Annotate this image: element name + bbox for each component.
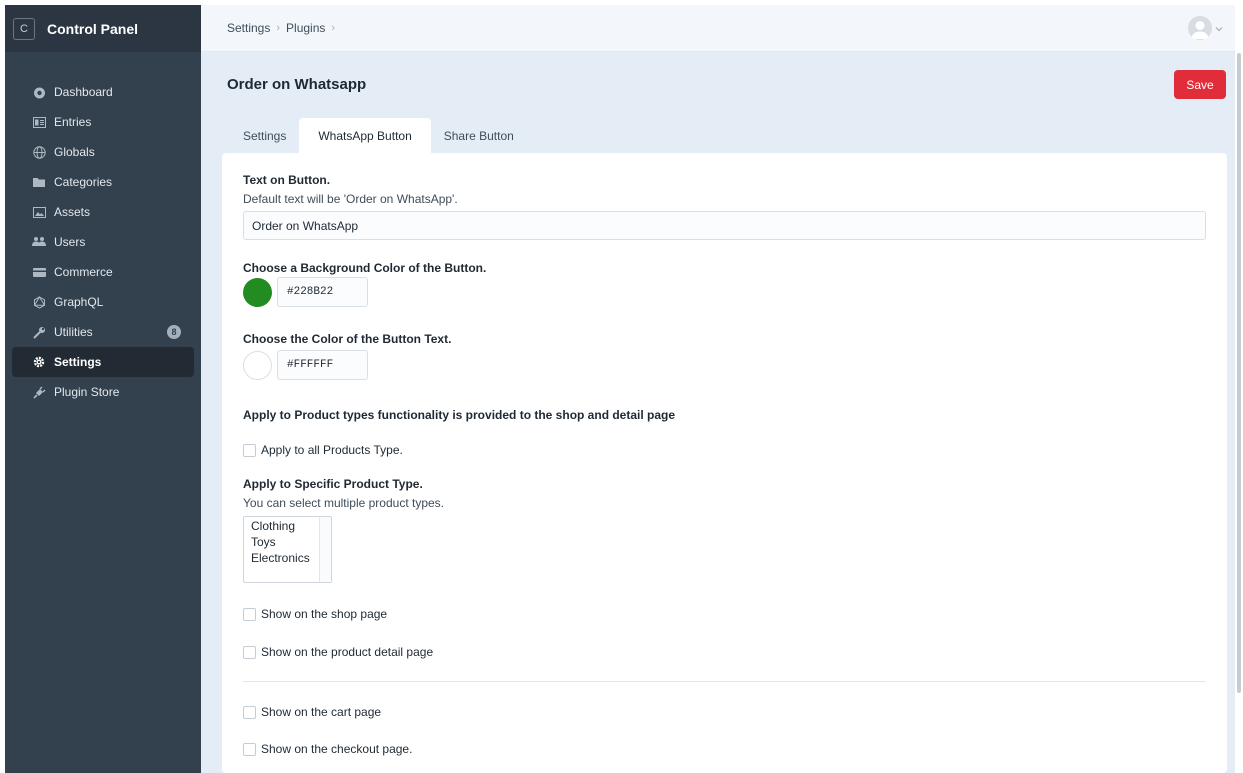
show-detail-label: Show on the product detail page <box>261 645 434 659</box>
sidebar-item-utilities[interactable]: Utilities 8 <box>12 317 194 347</box>
option-clothing[interactable]: Clothing <box>251 519 295 533</box>
apply-heading: Apply to Product types functionality is … <box>243 408 676 422</box>
option-electronics[interactable]: Electronics <box>251 551 310 565</box>
sidebar-item-settings[interactable]: Settings <box>12 347 194 377</box>
sidebar-item-label: Categories <box>54 175 113 189</box>
show-detail-row[interactable]: Show on the product detail page <box>243 645 433 659</box>
sidebar-item-commerce[interactable]: Commerce <box>12 257 194 287</box>
text-on-button-help: Default text will be 'Order on WhatsApp'… <box>243 192 458 206</box>
brand-title: Control Panel <box>47 20 139 37</box>
sidebar-item-entries[interactable]: Entries <box>12 107 194 137</box>
sidebar-item-categories[interactable]: Categories <box>12 167 194 197</box>
bg-color-swatch[interactable] <box>243 278 272 307</box>
sidebar: C Control Panel Dashboard Entries Global… <box>5 5 201 773</box>
specific-type-help: You can select multiple product types. <box>243 496 445 510</box>
page-scrollbar-thumb[interactable] <box>1237 53 1241 693</box>
breadcrumb-plugins[interactable]: Plugins <box>286 21 325 35</box>
sidebar-item-dashboard[interactable]: Dashboard <box>12 77 194 107</box>
dashboard-icon <box>32 86 46 99</box>
breadcrumb-settings[interactable]: Settings <box>227 21 270 35</box>
breadcrumb: Settings › Plugins › <box>227 21 341 35</box>
settings-panel: Text on Button. Default text will be 'Or… <box>222 153 1227 773</box>
sidebar-item-label: Entries <box>54 115 92 129</box>
apply-all-checkbox[interactable] <box>243 443 256 457</box>
main-content: Order on Whatsapp Save Settings WhatsApp… <box>201 52 1235 773</box>
multiselect-scrollbar[interactable] <box>319 517 331 582</box>
show-detail-checkbox[interactable] <box>243 645 256 659</box>
show-shop-checkbox[interactable] <box>243 607 256 621</box>
users-icon <box>32 236 46 248</box>
sidebar-item-label: Globals <box>54 145 95 159</box>
sidebar-item-label: Assets <box>54 205 91 219</box>
show-shop-label: Show on the shop page <box>261 607 388 621</box>
wrench-icon <box>32 326 46 339</box>
show-checkout-checkbox[interactable] <box>243 742 256 756</box>
text-color-swatch[interactable] <box>243 351 272 380</box>
sidebar-item-label: Utilities <box>54 325 93 339</box>
sidebar-item-label: GraphQL <box>54 295 104 309</box>
sidebar-item-label: Commerce <box>54 265 113 279</box>
text-color-input[interactable]: #FFFFFF <box>277 350 368 380</box>
tab-bar: Settings WhatsApp Button Share Button <box>230 118 527 153</box>
folder-icon <box>32 177 46 188</box>
breadcrumb-separator: › <box>331 22 336 34</box>
apply-all-checkbox-row[interactable]: Apply to all Products Type. <box>243 443 403 457</box>
sidebar-item-assets[interactable]: Assets <box>12 197 194 227</box>
sidebar-item-plugin-store[interactable]: Plugin Store <box>12 377 194 407</box>
gear-icon <box>32 356 46 368</box>
option-toys[interactable]: Toys <box>251 535 276 549</box>
sidebar-item-users[interactable]: Users <box>12 227 194 257</box>
brand-logo: C <box>13 17 35 40</box>
breadcrumb-separator: › <box>276 22 281 34</box>
show-checkout-row[interactable]: Show on the checkout page. <box>243 742 412 756</box>
tab-share-button[interactable]: Share Button <box>431 118 527 153</box>
show-cart-label: Show on the cart page <box>261 705 382 719</box>
text-on-button-label: Text on Button. <box>243 173 331 187</box>
show-cart-row[interactable]: Show on the cart page <box>243 705 381 719</box>
sidebar-item-label: Dashboard <box>54 85 113 99</box>
sidebar-item-globals[interactable]: Globals <box>12 137 194 167</box>
globe-icon <box>32 145 46 159</box>
credit-card-icon <box>32 267 46 277</box>
sidebar-nav: Dashboard Entries Globals Categories Ass… <box>5 77 201 407</box>
save-button[interactable]: Save <box>1174 70 1226 99</box>
page-title: Order on Whatsapp <box>227 76 367 93</box>
specific-type-label: Apply to Specific Product Type. <box>243 477 423 491</box>
show-cart-checkbox[interactable] <box>243 705 256 719</box>
entries-icon <box>32 116 46 128</box>
tab-settings[interactable]: Settings <box>230 118 299 153</box>
divider <box>243 681 1206 682</box>
button-text-input[interactable]: Order on WhatsApp <box>243 211 1206 240</box>
bg-color-label: Choose a Background Color of the Button. <box>243 261 487 275</box>
apply-all-label: Apply to all Products Type. <box>261 443 403 457</box>
page-scrollbar[interactable] <box>1235 5 1243 773</box>
graphql-icon <box>32 295 46 309</box>
avatar <box>1188 16 1212 40</box>
chevron-down-icon <box>1215 21 1223 35</box>
product-type-multiselect[interactable]: Clothing Toys Electronics <box>243 516 332 583</box>
utilities-badge: 8 <box>167 325 181 339</box>
image-icon <box>32 206 46 218</box>
tab-whatsapp-button[interactable]: WhatsApp Button <box>299 118 431 153</box>
bg-color-input[interactable]: #228B22 <box>277 277 368 307</box>
user-menu[interactable] <box>1188 16 1223 40</box>
sidebar-item-label: Users <box>54 235 86 249</box>
show-checkout-label: Show on the checkout page. <box>261 742 413 756</box>
header: Settings › Plugins › <box>201 5 1235 52</box>
show-shop-row[interactable]: Show on the shop page <box>243 607 387 621</box>
sidebar-item-graphql[interactable]: GraphQL <box>12 287 194 317</box>
brand[interactable]: C Control Panel <box>5 5 201 52</box>
plug-icon <box>32 386 46 399</box>
sidebar-item-label: Settings <box>54 355 102 369</box>
text-color-label: Choose the Color of the Button Text. <box>243 332 452 346</box>
sidebar-item-label: Plugin Store <box>54 385 120 399</box>
